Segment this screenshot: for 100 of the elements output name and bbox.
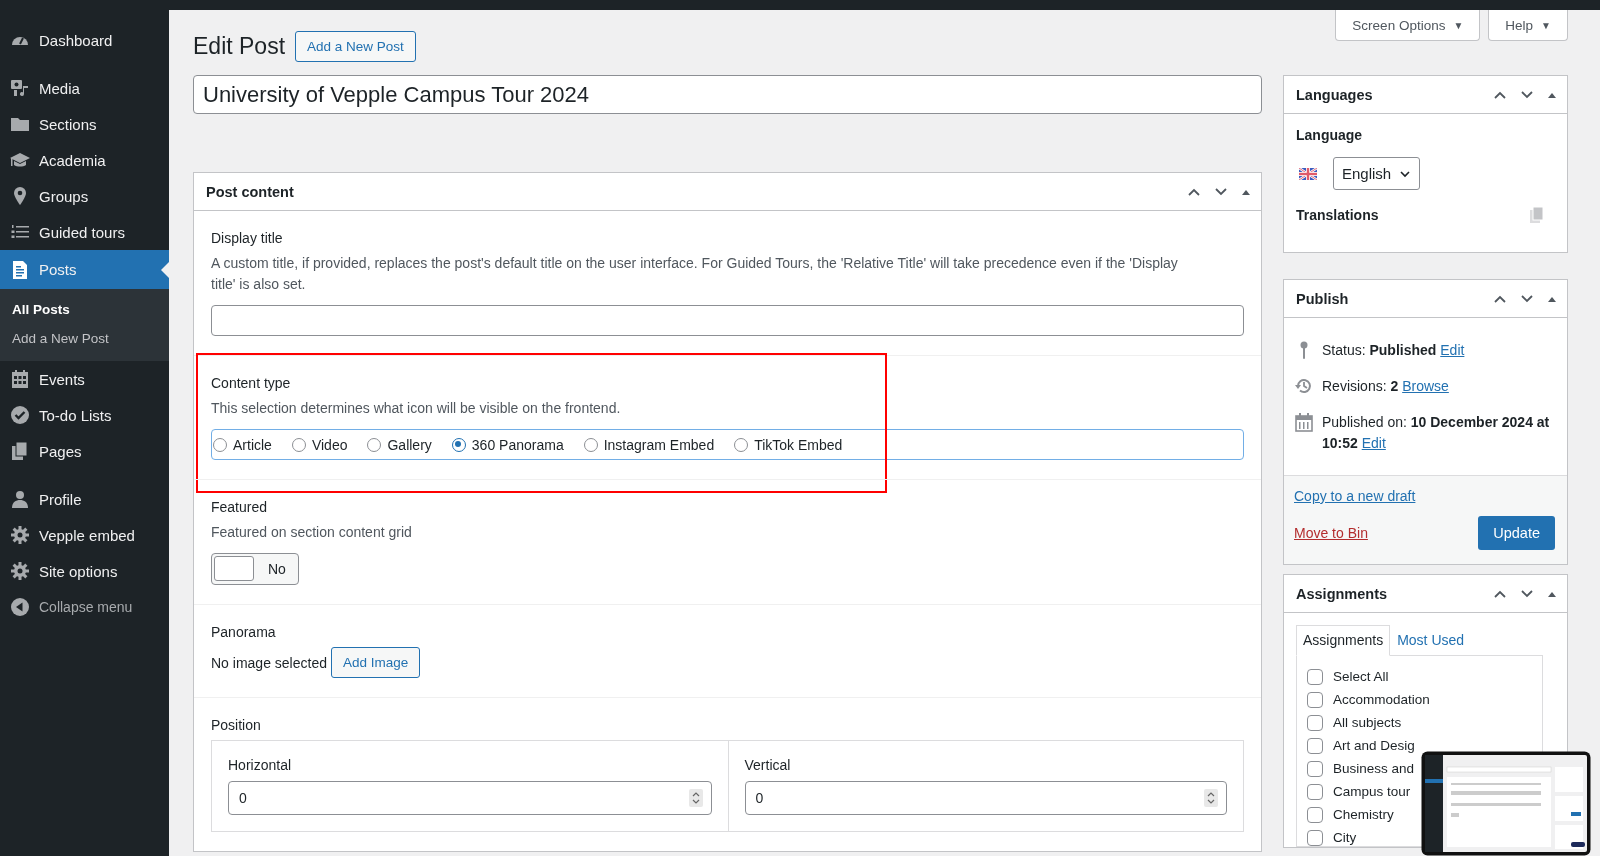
field-label: Vertical	[744, 757, 792, 773]
flag-icon	[1299, 167, 1317, 180]
submenu-item[interactable]: All Posts	[0, 295, 169, 324]
menu-item[interactable]: Media	[0, 70, 169, 106]
checkbox[interactable]	[1307, 737, 1323, 754]
calendar-icon	[1294, 412, 1314, 432]
menu-item[interactable]: Pages	[0, 433, 169, 469]
checkbox-label: Accommodation	[1333, 692, 1430, 707]
field-label: Position	[211, 717, 262, 733]
publish-info: Published on: 10 December 2024 at 10:52 Edit	[1322, 413, 1551, 453]
screen-tab[interactable]: Screen Options ▼	[1335, 10, 1481, 41]
edit-link[interactable]: Edit	[1440, 342, 1465, 358]
radio-button[interactable]	[213, 437, 227, 452]
radio-option[interactable]: 360 Panorama	[451, 436, 564, 453]
menu-item[interactable]: Sections	[0, 106, 169, 142]
arrow-left-circle-icon	[10, 597, 30, 617]
history-icon	[1294, 376, 1314, 396]
box-title: Languages	[1296, 86, 1373, 103]
language-select[interactable]: English	[1333, 157, 1421, 190]
calendar-icon	[10, 369, 30, 389]
copy-draft-link[interactable]: Copy to a new draft	[1294, 488, 1555, 504]
checkbox[interactable]	[1307, 760, 1323, 777]
radio-button[interactable]	[451, 437, 466, 452]
checkbox[interactable]	[1307, 806, 1323, 823]
field-description: This selection determines what icon will be visible on the frontend.	[211, 399, 622, 418]
publish-info: Revisions: 2 Browse	[1322, 377, 1449, 396]
screen-tab[interactable]: Help ▼	[1488, 10, 1568, 41]
display-title-field[interactable]	[211, 305, 1244, 336]
box-title: Publish	[1296, 290, 1349, 307]
field-label: Language	[1296, 127, 1364, 143]
menu-item[interactable]: Vepple embed	[0, 517, 169, 553]
menu-item[interactable]: To-do Lists	[0, 397, 169, 433]
menu-item[interactable]: Guided tours	[0, 214, 169, 250]
checkbox[interactable]	[1307, 668, 1323, 685]
number-field[interactable]: 0	[744, 781, 1227, 815]
document-icon	[10, 259, 30, 280]
field-label: Translations	[1296, 207, 1379, 223]
stepper-icon[interactable]	[688, 789, 703, 807]
toggle-switch[interactable]: No	[211, 553, 299, 585]
screenshot-preview-toast[interactable]	[1421, 751, 1591, 856]
field-label: Panorama	[211, 624, 277, 640]
edit-link[interactable]: Edit	[1361, 435, 1386, 451]
checkbox-label: Business and	[1333, 761, 1415, 776]
page-title: Edit Post	[193, 33, 286, 60]
media-icon	[10, 78, 30, 98]
menu-item[interactable]: Dashboard	[0, 22, 169, 58]
box-title: Post content	[206, 183, 294, 200]
menu-item[interactable]: Posts	[0, 250, 169, 289]
checkbox-label: Campus tour	[1333, 784, 1411, 799]
radio-option[interactable]: Instagram Embed	[583, 436, 715, 453]
radio-button[interactable]	[734, 437, 749, 452]
checkbox[interactable]	[1307, 783, 1323, 800]
caret-icon: ▼	[1541, 19, 1551, 31]
checkbox-label: Art and Desig	[1333, 738, 1415, 753]
pages-icon	[10, 441, 30, 461]
checkbox-label: Chemistry	[1333, 807, 1394, 822]
checkbox-label: All subjects	[1333, 715, 1402, 730]
radio-button[interactable]	[291, 437, 306, 452]
add-new-post-button[interactable]: Add a New Post	[295, 31, 416, 62]
field-label: Content type	[211, 375, 292, 391]
box-title: Assignments	[1296, 585, 1388, 602]
field-label: Horizontal	[228, 757, 293, 773]
stepper-icon[interactable]	[1204, 789, 1218, 807]
field-description: Featured on section content grid	[211, 523, 413, 542]
update-button[interactable]: Update	[1478, 516, 1555, 550]
checkbox-label: Select All	[1333, 669, 1389, 684]
number-field[interactable]: 0	[228, 781, 712, 815]
gear-icon	[10, 525, 30, 545]
radio-button[interactable]	[583, 437, 598, 452]
collapse-menu-button[interactable]: Collapse menu	[0, 589, 169, 625]
move-to-bin-link[interactable]: Move to Bin	[1294, 525, 1368, 541]
checkbox[interactable]	[1307, 691, 1323, 708]
add-image-button[interactable]: Add Image	[330, 647, 421, 678]
check-circle-icon	[10, 405, 30, 425]
checkbox[interactable]	[1307, 829, 1323, 846]
image-status: No image selected	[211, 654, 327, 671]
menu-item[interactable]: Groups	[0, 178, 169, 214]
edit-link[interactable]: Browse	[1402, 378, 1449, 394]
radio-option[interactable]: Gallery	[367, 436, 432, 453]
publish-info: Status: Published Edit	[1322, 341, 1465, 360]
submenu-item[interactable]: Add a New Post	[0, 324, 169, 353]
checkbox-label: City	[1333, 830, 1357, 845]
field-description: A custom title, if provided, replaces the post's default title on the user interface. For Guided Tours, the 'Relative Title' will take precedence even if the 'Display title' is also set.	[211, 254, 1179, 294]
menu-item[interactable]: Site options	[0, 553, 169, 589]
menu-item[interactable]: Profile	[0, 481, 169, 517]
menu-item[interactable]: Events	[0, 361, 169, 397]
menu-item[interactable]: Academia	[0, 142, 169, 178]
field-label: Display title	[211, 230, 284, 246]
radio-option[interactable]: Video	[291, 436, 348, 453]
caret-icon: ▼	[1453, 19, 1464, 31]
checkbox[interactable]	[1307, 714, 1323, 731]
radio-option[interactable]: TikTok Embed	[734, 436, 843, 453]
field-label: Featured	[211, 499, 269, 515]
post-title-field[interactable]: University of Vepple Campus Tour 2024	[193, 75, 1262, 114]
tab[interactable]: Most Used	[1390, 625, 1472, 655]
radio-button[interactable]	[367, 437, 382, 452]
tab[interactable]: Assignments	[1296, 625, 1391, 656]
gear-icon	[10, 561, 30, 581]
user-icon	[10, 489, 30, 509]
radio-option[interactable]: Article	[213, 436, 272, 453]
